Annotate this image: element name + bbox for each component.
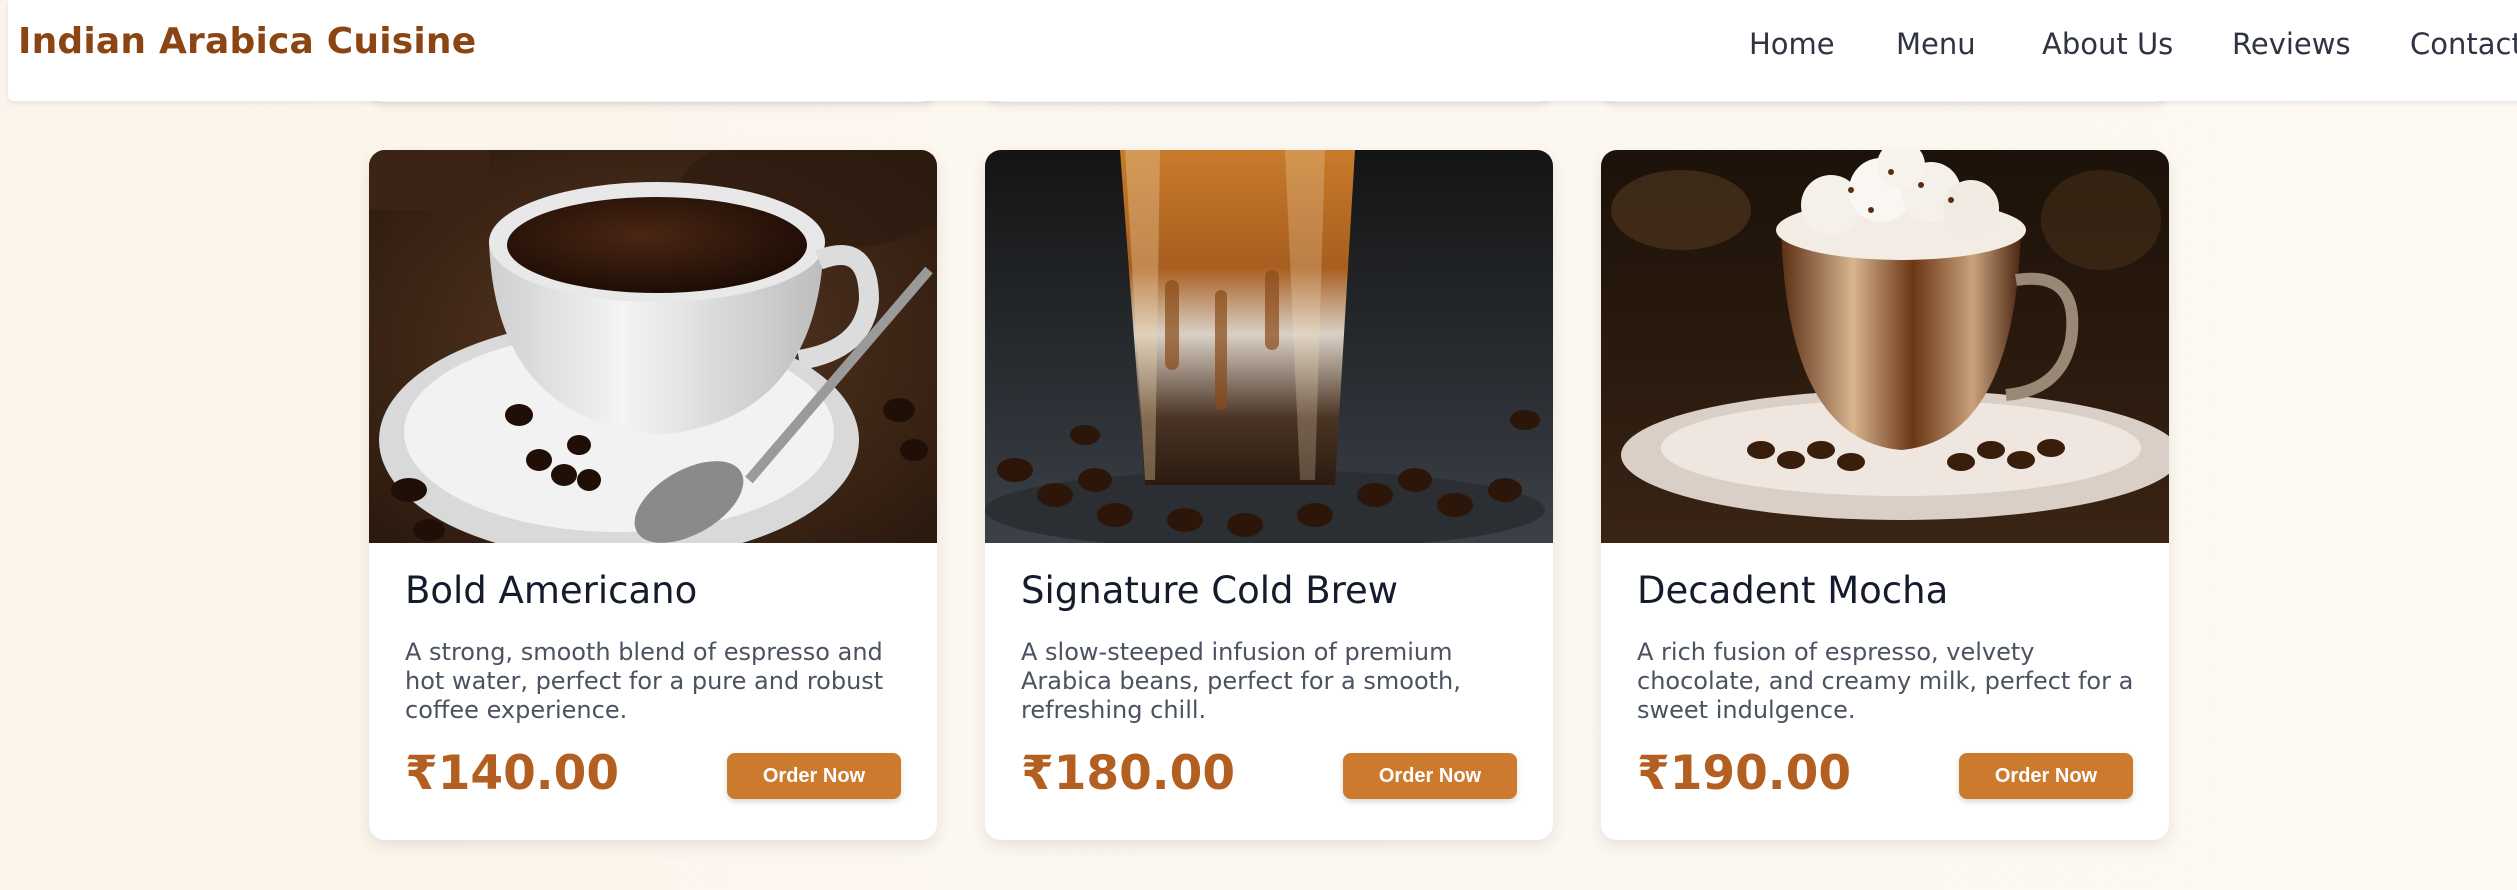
brand-logo[interactable]: Indian Arabica Cuisine bbox=[18, 21, 476, 62]
americano-photo bbox=[369, 150, 937, 543]
product-card-americano: Bold Americano A strong, smooth blend of… bbox=[369, 150, 937, 840]
product-title: Decadent Mocha bbox=[1637, 569, 1949, 612]
site-header: Indian Arabica Cuisine Home Menu About U… bbox=[8, 0, 2517, 101]
nav-about-us[interactable]: About Us bbox=[2042, 27, 2173, 61]
product-price: ₹190.00 bbox=[1637, 746, 1852, 801]
nav-contact[interactable]: Contact bbox=[2410, 27, 2517, 61]
product-description: A rich fusion of espresso, velvety choco… bbox=[1637, 638, 2134, 724]
product-card-cold-brew: Signature Cold Brew A slow-steeped infus… bbox=[985, 150, 1553, 840]
nav-reviews[interactable]: Reviews bbox=[2232, 27, 2351, 61]
nav-menu[interactable]: Menu bbox=[1896, 27, 1976, 61]
product-card-mocha: Decadent Mocha A rich fusion of espresso… bbox=[1601, 150, 2169, 840]
nav-home[interactable]: Home bbox=[1749, 27, 1835, 61]
order-now-button[interactable]: Order Now bbox=[1959, 753, 2133, 799]
product-description: A slow-steeped infusion of premium Arabi… bbox=[1021, 638, 1461, 724]
cold-brew-photo bbox=[985, 150, 1553, 543]
order-now-button[interactable]: Order Now bbox=[727, 753, 901, 799]
mocha-photo bbox=[1601, 150, 2169, 543]
product-title: Bold Americano bbox=[405, 569, 698, 612]
product-price: ₹140.00 bbox=[405, 746, 620, 801]
product-title: Signature Cold Brew bbox=[1021, 569, 1399, 612]
order-now-button[interactable]: Order Now bbox=[1343, 753, 1517, 799]
product-description: A strong, smooth blend of espresso and h… bbox=[405, 638, 884, 724]
product-price: ₹180.00 bbox=[1021, 746, 1236, 801]
